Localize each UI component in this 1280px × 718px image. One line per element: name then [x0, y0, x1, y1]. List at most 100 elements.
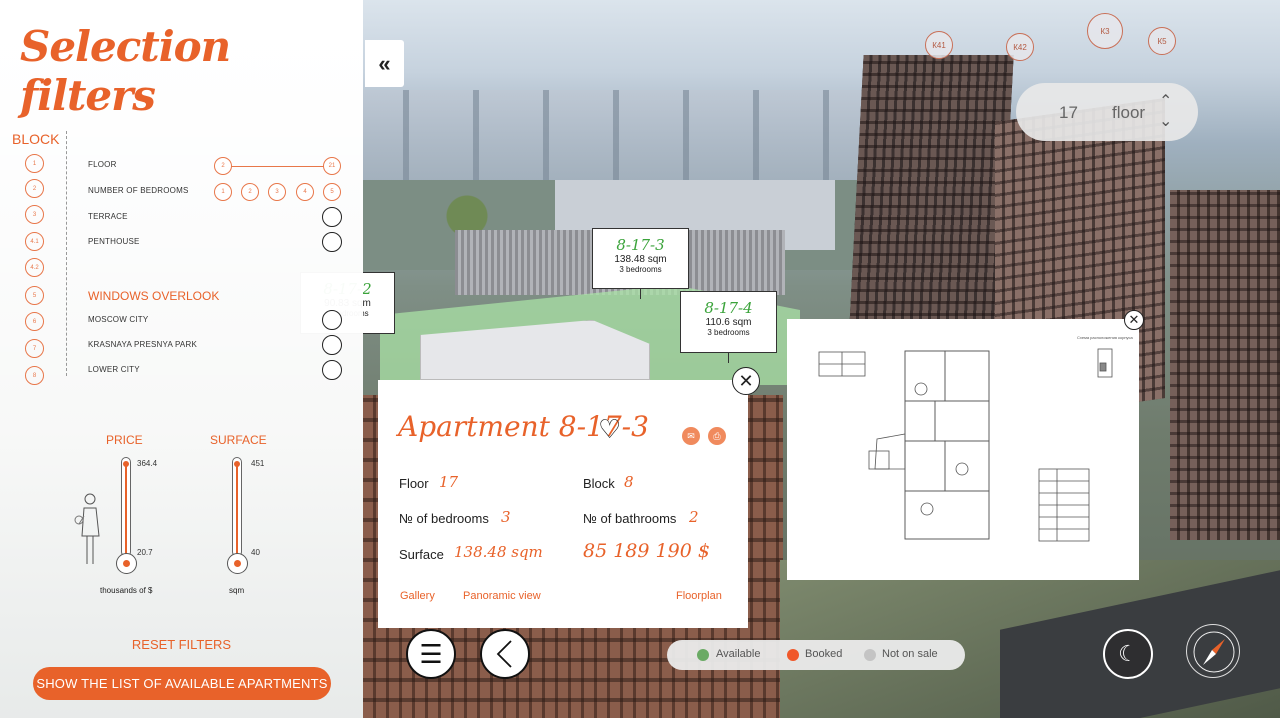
price-max: 364.4	[137, 459, 158, 468]
price-fill	[125, 466, 127, 556]
divider	[66, 131, 67, 376]
booked-dot	[787, 649, 799, 661]
block-filter-2[interactable]: 2	[25, 179, 44, 198]
price-min-handle[interactable]	[116, 553, 137, 574]
surface-slider[interactable]	[232, 457, 242, 557]
reset-filters-button[interactable]: RESET FILTERS	[0, 637, 363, 652]
chevron-left-icon	[496, 640, 512, 668]
price-min: 20.7	[137, 548, 153, 557]
legend-available: Available	[716, 648, 761, 660]
block-marker-k5[interactable]: К5	[1148, 27, 1176, 55]
block-filter-3[interactable]: 3	[25, 205, 44, 224]
floorplan-link[interactable]: Floorplan	[676, 590, 722, 602]
gallery-link[interactable]: Gallery	[400, 590, 435, 602]
surface-unit: sqm	[229, 586, 245, 595]
windows-option-label: LOWER CITY	[88, 365, 140, 374]
block-marker-k3[interactable]: К3	[1087, 13, 1123, 49]
penthouse-toggle[interactable]	[322, 232, 342, 252]
tag-id: 8-17-4	[704, 299, 753, 317]
block-filter-5[interactable]: 5	[25, 286, 44, 305]
back-button[interactable]	[480, 629, 530, 679]
not-on-sale-dot	[864, 649, 876, 661]
collapse-panel-button[interactable]: «	[365, 40, 404, 87]
terrace-label: TERRACE	[88, 212, 128, 221]
floor-label: floor	[1112, 103, 1146, 122]
bathrooms-value: 2	[689, 508, 699, 526]
tag-bedrooms: 3 bedrooms	[707, 328, 750, 337]
surface-min-handle[interactable]	[227, 553, 248, 574]
terrace-toggle[interactable]	[322, 207, 342, 227]
girl-illustration	[74, 493, 100, 564]
apartment-card: Apartment 8-17-3 ♡ ✉ ⎙ Floor 17 Block 8 …	[378, 380, 748, 628]
email-icon[interactable]: ✉	[682, 427, 700, 445]
surface-title: SURFACE	[210, 433, 267, 447]
print-icon[interactable]: ⎙	[708, 427, 726, 445]
chevron-down-icon[interactable]: ⌄	[1159, 111, 1172, 131]
floor-min-handle[interactable]: 2	[214, 157, 232, 175]
floor-label: Floor	[399, 476, 429, 491]
price-title: PRICE	[106, 433, 143, 447]
legend-booked: Booked	[805, 648, 843, 660]
close-floorplan-button[interactable]: ✕	[1124, 310, 1144, 330]
hamburger-icon: ☰	[419, 638, 443, 669]
available-dot	[697, 649, 709, 661]
bedrooms-option-4[interactable]: 4	[296, 183, 314, 201]
show-available-apartments-button[interactable]: SHOW THE LIST OF AVAILABLE APARTMENTS	[33, 667, 331, 700]
floorplan-drawing	[818, 348, 1113, 542]
panel-title: Selection filters	[20, 22, 231, 120]
compass-button[interactable]	[1186, 624, 1240, 678]
surface-fill	[236, 466, 238, 556]
heart-icon[interactable]: ♡	[598, 414, 621, 445]
windows-option-label: KRASNAYA PRESNYA PARK	[88, 340, 197, 349]
surface-max: 451	[251, 459, 265, 468]
block-filter-4-1[interactable]: 4.1	[25, 232, 44, 251]
night-mode-button[interactable]: ☾	[1103, 629, 1153, 679]
floor-max-handle[interactable]: 21	[323, 157, 341, 175]
menu-button[interactable]: ☰	[406, 629, 456, 679]
floor-selector[interactable]: 17 floor ⌃ ⌄	[1016, 83, 1198, 141]
floor-filter-label: FLOOR	[88, 160, 117, 169]
selection-filters-panel: Selection filters BLOCK 1 2 3 4.1 4.2 5 …	[0, 0, 363, 718]
block-filter-7[interactable]: 7	[25, 339, 44, 358]
chevron-up-icon[interactable]: ⌃	[1159, 91, 1172, 111]
moscow-city-toggle[interactable]	[322, 310, 342, 330]
block-marker-k41[interactable]: К41	[925, 31, 953, 59]
bedrooms-option-5[interactable]: 5	[323, 183, 341, 201]
bedrooms-value: 3	[501, 508, 511, 526]
floor-value: 17	[439, 473, 459, 491]
block-filter-4-2[interactable]: 4.2	[25, 258, 44, 277]
double-chevron-left-icon: «	[378, 50, 391, 76]
bedrooms-option-2[interactable]: 2	[241, 183, 259, 201]
apartment-tag-8-17-3[interactable]: 8-17-3 138.48 sqm 3 bedrooms	[592, 228, 689, 289]
tag-stem	[640, 289, 641, 299]
surface-min: 40	[251, 548, 260, 557]
price-unit: thousands of $	[100, 586, 153, 595]
penthouse-label: PENTHOUSE	[88, 237, 140, 246]
krasnaya-presnya-toggle[interactable]	[322, 335, 342, 355]
surface-value: 138.48 sqm	[454, 543, 543, 561]
panoramic-view-link[interactable]: Panoramic view	[463, 590, 541, 602]
legend-not-on-sale: Not on sale	[882, 648, 938, 660]
price-slider[interactable]	[121, 457, 131, 557]
block-filter-1[interactable]: 1	[25, 154, 44, 173]
lower-city-toggle[interactable]	[322, 360, 342, 380]
bedrooms-label: № of bedrooms	[399, 511, 489, 526]
block-filter-8[interactable]: 8	[25, 366, 44, 385]
bedrooms-option-3[interactable]: 3	[268, 183, 286, 201]
floor-range-track[interactable]	[222, 166, 334, 167]
tower-k5[interactable]	[1170, 190, 1280, 540]
bathrooms-label: № of bathrooms	[583, 511, 677, 526]
block-marker-k42[interactable]: К42	[1006, 33, 1034, 61]
surface-label: Surface	[399, 547, 444, 562]
floorplan-panel[interactable]: Схема расположения корпуса	[787, 319, 1139, 580]
compass-icon	[1193, 631, 1235, 673]
apartment-tag-8-17-4[interactable]: 8-17-4 110.6 sqm 3 bedrooms	[680, 291, 777, 353]
close-icon: ✕	[738, 370, 754, 391]
close-card-button[interactable]: ✕	[732, 367, 760, 395]
tag-bedrooms: 3 bedrooms	[619, 265, 662, 274]
bedrooms-option-1[interactable]: 1	[214, 183, 232, 201]
windows-overlook-title: WINDOWS OVERLOOK	[88, 289, 220, 303]
block-label: BLOCK	[12, 131, 60, 147]
plan-caption: Схема расположения корпуса	[1077, 335, 1133, 340]
block-filter-6[interactable]: 6	[25, 312, 44, 331]
